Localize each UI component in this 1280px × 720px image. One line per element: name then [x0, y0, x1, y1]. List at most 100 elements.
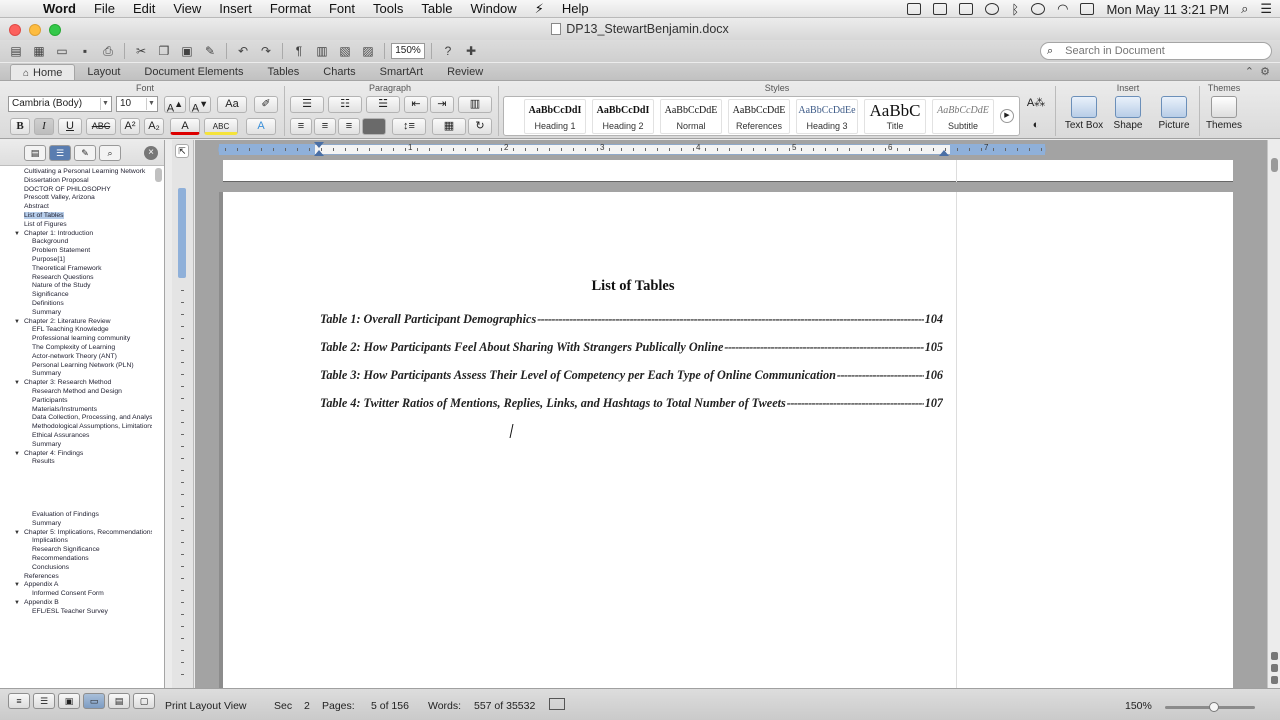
document-map-item[interactable]: Summary: [0, 370, 152, 379]
gear-icon[interactable]: ⚙: [1260, 66, 1270, 78]
document-map-item[interactable]: Dissertation Proposal: [0, 177, 152, 186]
disclosure-triangle-icon[interactable]: ▼: [14, 230, 24, 239]
document-map-item[interactable]: Research Questions: [0, 274, 152, 283]
tab-review[interactable]: Review: [435, 64, 495, 80]
ruler-toggle-icon[interactable]: ⇱: [175, 144, 189, 158]
menu-file[interactable]: File: [85, 1, 124, 16]
copy-icon[interactable]: ❐: [154, 42, 174, 60]
document-map-item[interactable]: Informed Consent Form: [0, 590, 152, 599]
new-document-icon[interactable]: ▤: [6, 42, 26, 60]
document-map-item[interactable]: ▼ Appendix B: [0, 599, 152, 608]
document-map-item[interactable]: DOCTOR OF PHILOSOPHY: [0, 186, 152, 195]
camera-icon[interactable]: [933, 3, 948, 15]
document-map-item[interactable]: ▼ Appendix A: [0, 581, 152, 590]
text-box-button[interactable]: Text Box: [1060, 96, 1108, 136]
document-map-item[interactable]: Results: [0, 458, 152, 467]
toc-entry-table-1[interactable]: Table 1: Overall Participant Demographic…: [320, 312, 943, 327]
document-map-item[interactable]: Participants: [0, 397, 152, 406]
grow-font-button[interactable]: A▲: [164, 96, 186, 115]
document-map-item[interactable]: Abstract: [0, 203, 152, 212]
document-map-item[interactable]: ▼ Chapter 2: Literature Review: [0, 318, 152, 327]
focus-view-icon[interactable]: ▢: [133, 693, 155, 709]
document-map-item[interactable]: Research Significance: [0, 546, 152, 555]
document-map-item[interactable]: Cultivating a Personal Learning Network: [0, 168, 152, 177]
disclosure-triangle-icon[interactable]: ▼: [14, 450, 24, 459]
shape-button[interactable]: Shape: [1104, 96, 1152, 136]
text-direction-button[interactable]: ↻: [468, 118, 492, 135]
document-map-item[interactable]: EFL/ESL Teacher Survey: [0, 608, 152, 617]
navigation-scrollbar[interactable]: [155, 168, 162, 182]
menu-view[interactable]: View: [164, 1, 210, 16]
search-box[interactable]: ⌕: [1040, 42, 1272, 60]
scrollbar-thumb[interactable]: [1271, 158, 1278, 172]
disclosure-triangle-icon[interactable]: ▼: [14, 318, 24, 327]
proofing-status-icon[interactable]: [549, 698, 565, 710]
decrease-indent-button[interactable]: ⇤: [404, 96, 428, 113]
document-map-item[interactable]: Prescott Valley, Arizona: [0, 194, 152, 203]
menu-font[interactable]: Font: [320, 1, 364, 16]
menu-window[interactable]: Window: [461, 1, 525, 16]
display-icon[interactable]: [907, 3, 922, 15]
first-line-indent-marker[interactable]: [314, 142, 324, 148]
template-gallery-icon[interactable]: ▦: [29, 42, 49, 60]
zoom-slider-knob[interactable]: [1209, 702, 1219, 712]
sync-icon[interactable]: [985, 3, 1000, 15]
tab-layout[interactable]: Layout: [75, 64, 132, 80]
bullets-button[interactable]: ☰: [290, 96, 324, 113]
right-margin-region[interactable]: [950, 144, 1045, 155]
columns-button[interactable]: ▥: [458, 96, 492, 113]
align-center-button[interactable]: ≡: [314, 118, 336, 135]
tab-smartart[interactable]: SmartArt: [368, 64, 435, 80]
document-map-item[interactable]: Summary: [0, 309, 152, 318]
previous-page-icon[interactable]: [1271, 652, 1278, 660]
open-folder-icon[interactable]: ▭: [52, 42, 72, 60]
picture-button[interactable]: Picture: [1150, 96, 1198, 136]
print-icon[interactable]: ⎙: [98, 42, 118, 60]
menu-edit[interactable]: Edit: [124, 1, 164, 16]
document-map-item[interactable]: Theoretical Framework: [0, 265, 152, 274]
text-effects-button[interactable]: A: [246, 118, 276, 135]
document-map-item[interactable]: List of Figures: [0, 221, 152, 230]
media-browser-icon[interactable]: ▨: [358, 42, 378, 60]
ribbon-options[interactable]: ⌃ ⚙: [1245, 65, 1270, 78]
menubar-clock[interactable]: Mon May 11 3:21 PM: [1106, 2, 1229, 17]
font-name-combo[interactable]: Cambria (Body) ▼: [8, 96, 112, 112]
draft-view-icon[interactable]: ≡: [8, 693, 30, 709]
line-spacing-button[interactable]: ↕≡: [392, 118, 426, 135]
battery-icon[interactable]: [1080, 3, 1095, 15]
clear-formatting-button[interactable]: ✐: [254, 96, 278, 113]
help-icon[interactable]: ?: [438, 42, 458, 60]
toc-entry-table-4[interactable]: Table 4: Twitter Ratios of Mentions, Rep…: [320, 396, 943, 411]
document-map-item[interactable]: List of Tables: [0, 211, 152, 221]
superscript-button[interactable]: A²: [120, 118, 140, 135]
undo-icon[interactable]: ↶: [233, 42, 253, 60]
document-map-item[interactable]: Summary: [0, 441, 152, 450]
document-map-item[interactable]: Background: [0, 238, 152, 247]
document-map-item[interactable]: ▼ Chapter 1: Introduction: [0, 230, 152, 239]
justify-button[interactable]: [362, 118, 386, 135]
document-map-item[interactable]: Professional learning community: [0, 335, 152, 344]
hanging-indent-marker[interactable]: [314, 150, 324, 156]
time-machine-icon[interactable]: [1031, 3, 1046, 15]
font-color-button[interactable]: A: [170, 118, 200, 135]
document-map-item[interactable]: ▼ Chapter 3: Research Method: [0, 379, 152, 388]
numbering-button[interactable]: ☷: [328, 96, 362, 113]
menu-app-name[interactable]: Word: [34, 1, 85, 16]
toc-entry-table-2[interactable]: Table 2: How Participants Feel About Sha…: [320, 340, 943, 355]
style-pane-icon[interactable]: ◐: [1024, 118, 1048, 135]
cut-icon[interactable]: ✂: [131, 42, 151, 60]
manage-styles-icon[interactable]: A⁂: [1024, 96, 1048, 113]
document-map-item[interactable]: Methodological Assumptions, Limitations: [0, 423, 152, 432]
disclosure-triangle-icon[interactable]: ▼: [14, 581, 24, 590]
document-map-item[interactable]: The Complexity of Learning: [0, 344, 152, 353]
toolbox-icon[interactable]: ▧: [335, 42, 355, 60]
menu-format[interactable]: Format: [261, 1, 320, 16]
bluetooth-icon[interactable]: ᛒ: [1011, 2, 1019, 17]
document-map-item[interactable]: Actor-network Theory (ANT): [0, 353, 152, 362]
document-map-item[interactable]: Summary: [0, 520, 152, 529]
themes-button[interactable]: Themes: [1200, 96, 1248, 136]
document-map-icon[interactable]: ☰: [49, 145, 71, 161]
style-heading-2[interactable]: AaBbCcDdI Heading 2: [592, 99, 654, 134]
style-heading-1[interactable]: AaBbCcDdI Heading 1: [524, 99, 586, 134]
left-margin-region[interactable]: [219, 144, 315, 155]
